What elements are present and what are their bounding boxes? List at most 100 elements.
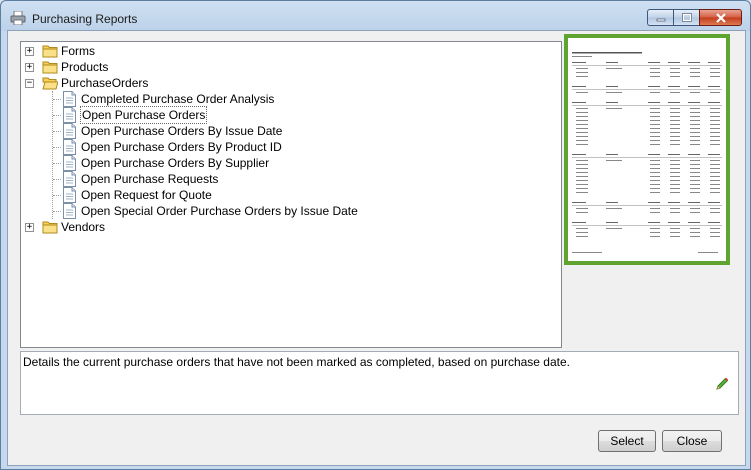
thumbnail-text-line (690, 164, 700, 165)
report-document-icon (63, 187, 76, 203)
thumbnail-text-line (670, 176, 680, 177)
thumbnail-text-line (670, 188, 680, 189)
report-tree[interactable]: + Forms + Products − PurchaseOrders Comp… (20, 41, 562, 348)
thumbnail-text-line (710, 132, 720, 133)
open-folder-icon (42, 77, 58, 90)
thumbnail-text-line (690, 92, 700, 93)
thumbnail-text-line (572, 56, 592, 57)
tree-node-report[interactable]: Open Request for Quote (21, 187, 551, 203)
thumbnail-text-line (576, 228, 588, 229)
thumbnail-text-line (650, 68, 660, 69)
thumbnail-text-line (670, 72, 680, 73)
expand-icon[interactable]: + (25, 63, 34, 72)
thumbnail-text-line (710, 168, 720, 169)
thumbnail-text-line (710, 116, 720, 117)
thumbnail-text-line (710, 180, 720, 181)
thumbnail-text-line (670, 180, 680, 181)
thumbnail-text-line (650, 92, 660, 93)
thumbnail-text-line (690, 160, 700, 161)
thumbnail-text-line (668, 154, 680, 155)
thumbnail-text-line (650, 140, 660, 141)
expand-icon[interactable]: + (25, 47, 34, 56)
report-document-icon (63, 123, 76, 139)
report-preview (564, 34, 730, 265)
thumbnail-text-line (710, 108, 720, 109)
pencil-icon[interactable] (714, 376, 730, 392)
thumbnail-text-line (670, 212, 680, 213)
tree-node-report-selected[interactable]: Open Purchase Orders (21, 106, 551, 124)
tree-node-report[interactable]: Open Purchase Orders By Supplier (21, 155, 551, 171)
thumbnail-text-line (606, 208, 622, 209)
printer-icon (10, 11, 26, 25)
maximize-button[interactable] (673, 9, 699, 26)
tree-node-report[interactable]: Completed Purchase Order Analysis (21, 91, 551, 107)
thumbnail-text-line (688, 62, 700, 63)
thumbnail-text-line (690, 132, 700, 133)
thumbnail-text-line (708, 222, 720, 223)
report-description-box[interactable]: Details the current purchase orders that… (20, 351, 739, 415)
thumbnail-text-line (670, 232, 680, 233)
folder-icon (42, 221, 58, 234)
thumbnail-text-line (690, 124, 700, 125)
thumbnail-text-line (690, 68, 700, 69)
thumbnail-text-line (576, 164, 588, 165)
thumbnail-text-line (710, 184, 720, 185)
expand-icon[interactable]: + (25, 223, 34, 232)
thumbnail-text-line (576, 208, 588, 209)
close-button[interactable]: Close (662, 430, 722, 452)
tree-node-products[interactable]: + Products (21, 59, 551, 75)
thumbnail-text-line (650, 112, 660, 113)
thumbnail-text-line (650, 116, 660, 117)
thumbnail-text-line (572, 86, 586, 87)
thumbnail-text-line (606, 108, 622, 109)
thumbnail-text-line (670, 184, 680, 185)
thumbnail-text-line (670, 112, 680, 113)
close-window-button[interactable] (699, 9, 742, 26)
thumbnail-text-line (690, 228, 700, 229)
thumbnail-text-line (690, 180, 700, 181)
thumbnail-text-line (670, 208, 680, 209)
tree-node-vendors[interactable]: + Vendors (21, 219, 551, 235)
thumbnail-text-line (572, 252, 602, 253)
thumbnail-text-line (690, 168, 700, 169)
minimize-button[interactable] (647, 9, 673, 26)
thumbnail-text-line (690, 72, 700, 73)
report-document-icon (63, 171, 76, 187)
tree-node-report[interactable]: Open Purchase Requests (21, 171, 551, 187)
report-thumbnail (572, 52, 722, 253)
thumbnail-text-line (670, 120, 680, 121)
thumbnail-text-line (710, 164, 720, 165)
select-button[interactable]: Select (598, 430, 656, 452)
thumbnail-text-line (710, 136, 720, 137)
tree-node-forms[interactable]: + Forms (21, 43, 551, 59)
thumbnail-text-line (650, 136, 660, 137)
thumbnail-text-line (690, 188, 700, 189)
tree-node-report[interactable]: Open Special Order Purchase Orders by Is… (21, 203, 551, 219)
folder-icon (42, 61, 58, 74)
thumbnail-text-line (668, 62, 680, 63)
thumbnail-text-line (606, 92, 622, 93)
report-description: Details the current purchase orders that… (23, 355, 570, 369)
report-document-icon (63, 203, 76, 219)
thumbnail-text-line (576, 176, 588, 177)
thumbnail-text-line (606, 228, 622, 229)
thumbnail-text-line (690, 112, 700, 113)
thumbnail-text-line (606, 68, 622, 69)
tree-node-report[interactable]: Open Purchase Orders By Issue Date (21, 123, 551, 139)
thumbnail-text-line (670, 160, 680, 161)
collapse-icon[interactable]: − (25, 79, 34, 88)
thumbnail-text-line (690, 76, 700, 77)
thumbnail-text-line (650, 160, 660, 161)
thumbnail-text-line (576, 132, 588, 133)
thumbnail-text-line (650, 188, 660, 189)
thumbnail-text-line (576, 68, 588, 69)
tree-node-purchaseorders[interactable]: − PurchaseOrders (21, 75, 551, 91)
thumbnail-text-line (606, 202, 618, 203)
thumbnail-text-line (668, 202, 680, 203)
thumbnail-text-line (710, 228, 720, 229)
thumbnail-text-line (576, 144, 588, 145)
thumbnail-text-line (648, 86, 660, 87)
tree-node-report[interactable]: Open Purchase Orders By Product ID (21, 139, 551, 155)
purchasing-reports-window: Purchasing Reports + Forms + Products − … (0, 0, 751, 470)
thumbnail-text-line (606, 62, 618, 63)
